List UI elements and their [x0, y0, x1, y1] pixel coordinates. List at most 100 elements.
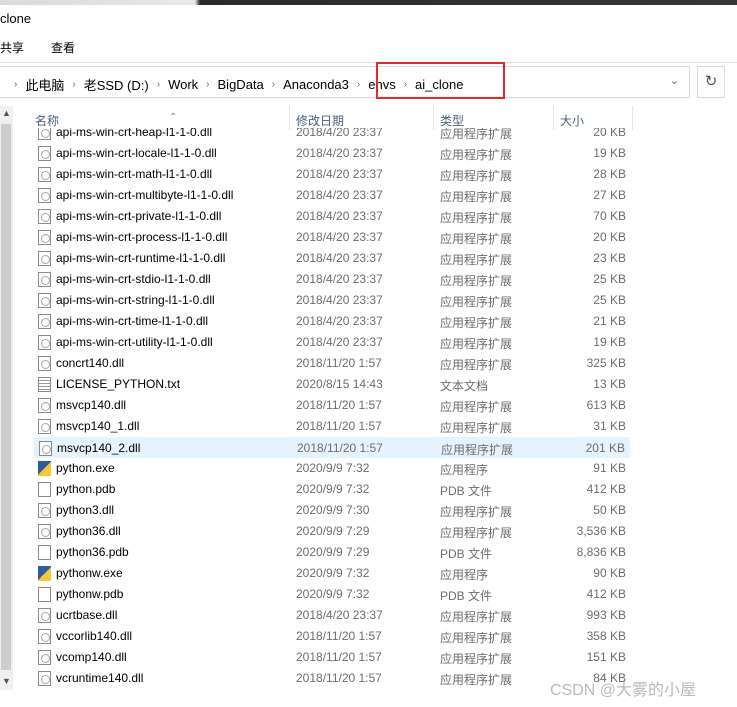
txt-file-icon — [38, 377, 51, 392]
breadcrumb-item[interactable]: BigData — [218, 77, 264, 92]
file-row[interactable]: api-ms-win-crt-math-l1-1-0.dll 2018/4/20… — [34, 164, 630, 185]
file-size: 20 KB — [593, 128, 626, 139]
file-row[interactable]: ucrtbase.dll 2018/4/20 23:37 应用程序扩展 993 … — [34, 605, 630, 626]
chevron-right-icon[interactable]: › — [206, 79, 209, 90]
file-row[interactable]: vcruntime140.dll 2018/11/20 1:57 应用程序扩展 … — [34, 668, 630, 689]
file-file-icon — [38, 482, 51, 497]
column-date[interactable]: 修改日期 — [296, 112, 344, 129]
file-row[interactable]: vccorlib140.dll 2018/11/20 1:57 应用程序扩展 3… — [34, 626, 630, 647]
file-row[interactable]: api-ms-win-crt-time-l1-1-0.dll 2018/4/20… — [34, 311, 630, 332]
breadcrumb-item[interactable]: Work — [168, 77, 198, 92]
file-size: 151 KB — [586, 650, 626, 664]
watermark: CSDN @大雾的小屋 — [550, 682, 697, 699]
file-row[interactable]: pythonw.pdb 2020/9/9 7:32 PDB 文件 412 KB — [34, 584, 630, 605]
file-date: 2018/4/20 23:37 — [296, 146, 383, 160]
file-row[interactable]: vcomp140.dll 2018/11/20 1:57 应用程序扩展 151 … — [34, 647, 630, 668]
file-row[interactable]: api-ms-win-crt-stdio-l1-1-0.dll 2018/4/2… — [34, 269, 630, 290]
file-size: 20 KB — [593, 230, 626, 244]
file-type: 应用程序扩展 — [440, 295, 513, 309]
file-name: api-ms-win-crt-string-l1-1-0.dll — [56, 293, 215, 307]
file-row[interactable]: msvcp140.dll 2018/11/20 1:57 应用程序扩展 613 … — [34, 395, 630, 416]
file-list: api-ms-win-crt-heap-l1-1-0.dll 2018/4/20… — [14, 128, 634, 690]
chevron-right-icon[interactable]: › — [357, 79, 360, 90]
file-row[interactable]: api-ms-win-crt-process-l1-1-0.dll 2018/4… — [34, 227, 630, 248]
breadcrumb-item[interactable]: 此电脑 — [25, 75, 64, 94]
menu-share[interactable]: 共享 — [0, 39, 24, 56]
file-type: 应用程序扩展 — [440, 128, 513, 141]
file-row[interactable]: api-ms-win-crt-locale-l1-1-0.dll 2018/4/… — [34, 143, 630, 164]
file-size: 27 KB — [593, 188, 626, 202]
file-type: PDB 文件 — [440, 547, 493, 561]
file-row[interactable]: api-ms-win-crt-string-l1-1-0.dll 2018/4/… — [34, 290, 630, 311]
scroll-down-icon[interactable]: ▼ — [2, 676, 11, 686]
file-name: python.exe — [56, 461, 115, 475]
address-bar[interactable]: › 此电脑 › 老SSD (D:) › Work › BigData › Anaconda3 › en… — [0, 66, 690, 98]
column-type[interactable]: 类型 — [440, 112, 464, 129]
file-name: python36.dll — [56, 524, 121, 538]
file-date: 2018/11/20 1:57 — [296, 398, 382, 412]
file-name: LICENSE_PYTHON.txt — [56, 377, 181, 391]
dll-file-icon — [38, 629, 51, 644]
dll-file-icon — [38, 356, 51, 371]
file-row[interactable]: msvcp140_2.dll 2018/11/20 1:57 应用程序扩展 20… — [34, 437, 630, 458]
dll-file-icon — [38, 398, 51, 413]
chevron-right-icon[interactable]: › — [14, 79, 17, 90]
column-size[interactable]: 大小 — [560, 112, 584, 129]
file-row[interactable]: python3.dll 2020/9/9 7:30 应用程序扩展 50 KB — [34, 500, 630, 521]
refresh-icon: ↻ — [704, 73, 718, 90]
file-date: 2020/8/15 14:43 — [296, 377, 383, 391]
file-size: 91 KB — [593, 461, 626, 475]
file-row[interactable]: api-ms-win-crt-multibyte-l1-1-0.dll 2018… — [34, 185, 630, 206]
file-size: 70 KB — [593, 209, 626, 223]
file-date: 2020/9/9 7:32 — [296, 587, 370, 601]
file-size: 19 KB — [593, 146, 626, 160]
file-row[interactable]: msvcp140_1.dll 2018/11/20 1:57 应用程序扩展 31… — [34, 416, 630, 437]
file-row[interactable]: api-ms-win-crt-runtime-l1-1-0.dll 2018/4… — [34, 248, 630, 269]
refresh-button[interactable]: ↻ — [697, 66, 725, 98]
file-row[interactable]: python36.pdb 2020/9/9 7:29 PDB 文件 8,836 … — [34, 542, 630, 563]
file-type: 应用程序扩展 — [440, 652, 513, 666]
file-row[interactable]: api-ms-win-crt-heap-l1-1-0.dll 2018/4/20… — [34, 128, 630, 143]
breadcrumb-item[interactable]: Anaconda3 — [283, 77, 349, 92]
file-row[interactable]: api-ms-win-crt-private-l1-1-0.dll 2018/4… — [34, 206, 630, 227]
file-type: 应用程序扩展 — [440, 190, 513, 204]
dll-file-icon — [38, 146, 51, 161]
scroll-up-icon[interactable]: ▲ — [2, 108, 11, 118]
chevron-down-icon[interactable]: ⌄ — [670, 74, 679, 87]
file-row[interactable]: LICENSE_PYTHON.txt 2020/8/15 14:43 文本文档 … — [34, 374, 630, 395]
file-name: api-ms-win-crt-private-l1-1-0.dll — [56, 209, 222, 223]
file-row[interactable]: api-ms-win-crt-utility-l1-1-0.dll 2018/4… — [34, 332, 630, 353]
column-name[interactable]: 名称 — [35, 112, 59, 129]
chevron-right-icon[interactable]: › — [157, 79, 160, 90]
file-size: 201 KB — [585, 441, 625, 455]
file-size: 31 KB — [593, 419, 626, 433]
file-file-icon — [38, 545, 51, 560]
highlight-box — [376, 62, 505, 99]
chevron-right-icon[interactable]: › — [72, 79, 75, 90]
file-row[interactable]: python.pdb 2020/9/9 7:32 PDB 文件 412 KB — [34, 479, 630, 500]
file-name: msvcp140_2.dll — [57, 441, 141, 455]
file-size: 21 KB — [593, 314, 626, 328]
file-type: 应用程序扩展 — [440, 274, 513, 288]
file-type: 应用程序扩展 — [440, 526, 513, 540]
breadcrumb-item[interactable]: 老SSD (D:) — [84, 75, 149, 94]
file-size: 412 KB — [586, 587, 626, 601]
exe-file-icon — [38, 566, 51, 581]
file-size: 19 KB — [593, 335, 626, 349]
file-date: 2018/4/20 23:37 — [296, 272, 383, 286]
file-row[interactable]: concrt140.dll 2018/11/20 1:57 应用程序扩展 325… — [34, 353, 630, 374]
dll-file-icon — [38, 314, 51, 329]
scrollbar-thumb[interactable] — [1, 124, 11, 670]
file-row[interactable]: python36.dll 2020/9/9 7:29 应用程序扩展 3,536 … — [34, 521, 630, 542]
file-name: python36.pdb — [56, 545, 129, 559]
chevron-right-icon[interactable]: › — [272, 79, 275, 90]
file-name: api-ms-win-crt-heap-l1-1-0.dll — [56, 128, 213, 139]
menu-view[interactable]: 查看 — [51, 39, 75, 56]
vertical-scrollbar[interactable]: ▲ ▼ — [0, 106, 13, 690]
file-date: 2018/4/20 23:37 — [296, 209, 383, 223]
file-size: 25 KB — [593, 272, 626, 286]
file-date: 2018/4/20 23:37 — [296, 293, 383, 307]
file-row[interactable]: pythonw.exe 2020/9/9 7:32 应用程序 90 KB — [34, 563, 630, 584]
file-name: python3.dll — [56, 503, 115, 517]
file-row[interactable]: python.exe 2020/9/9 7:32 应用程序 91 KB — [34, 458, 630, 479]
